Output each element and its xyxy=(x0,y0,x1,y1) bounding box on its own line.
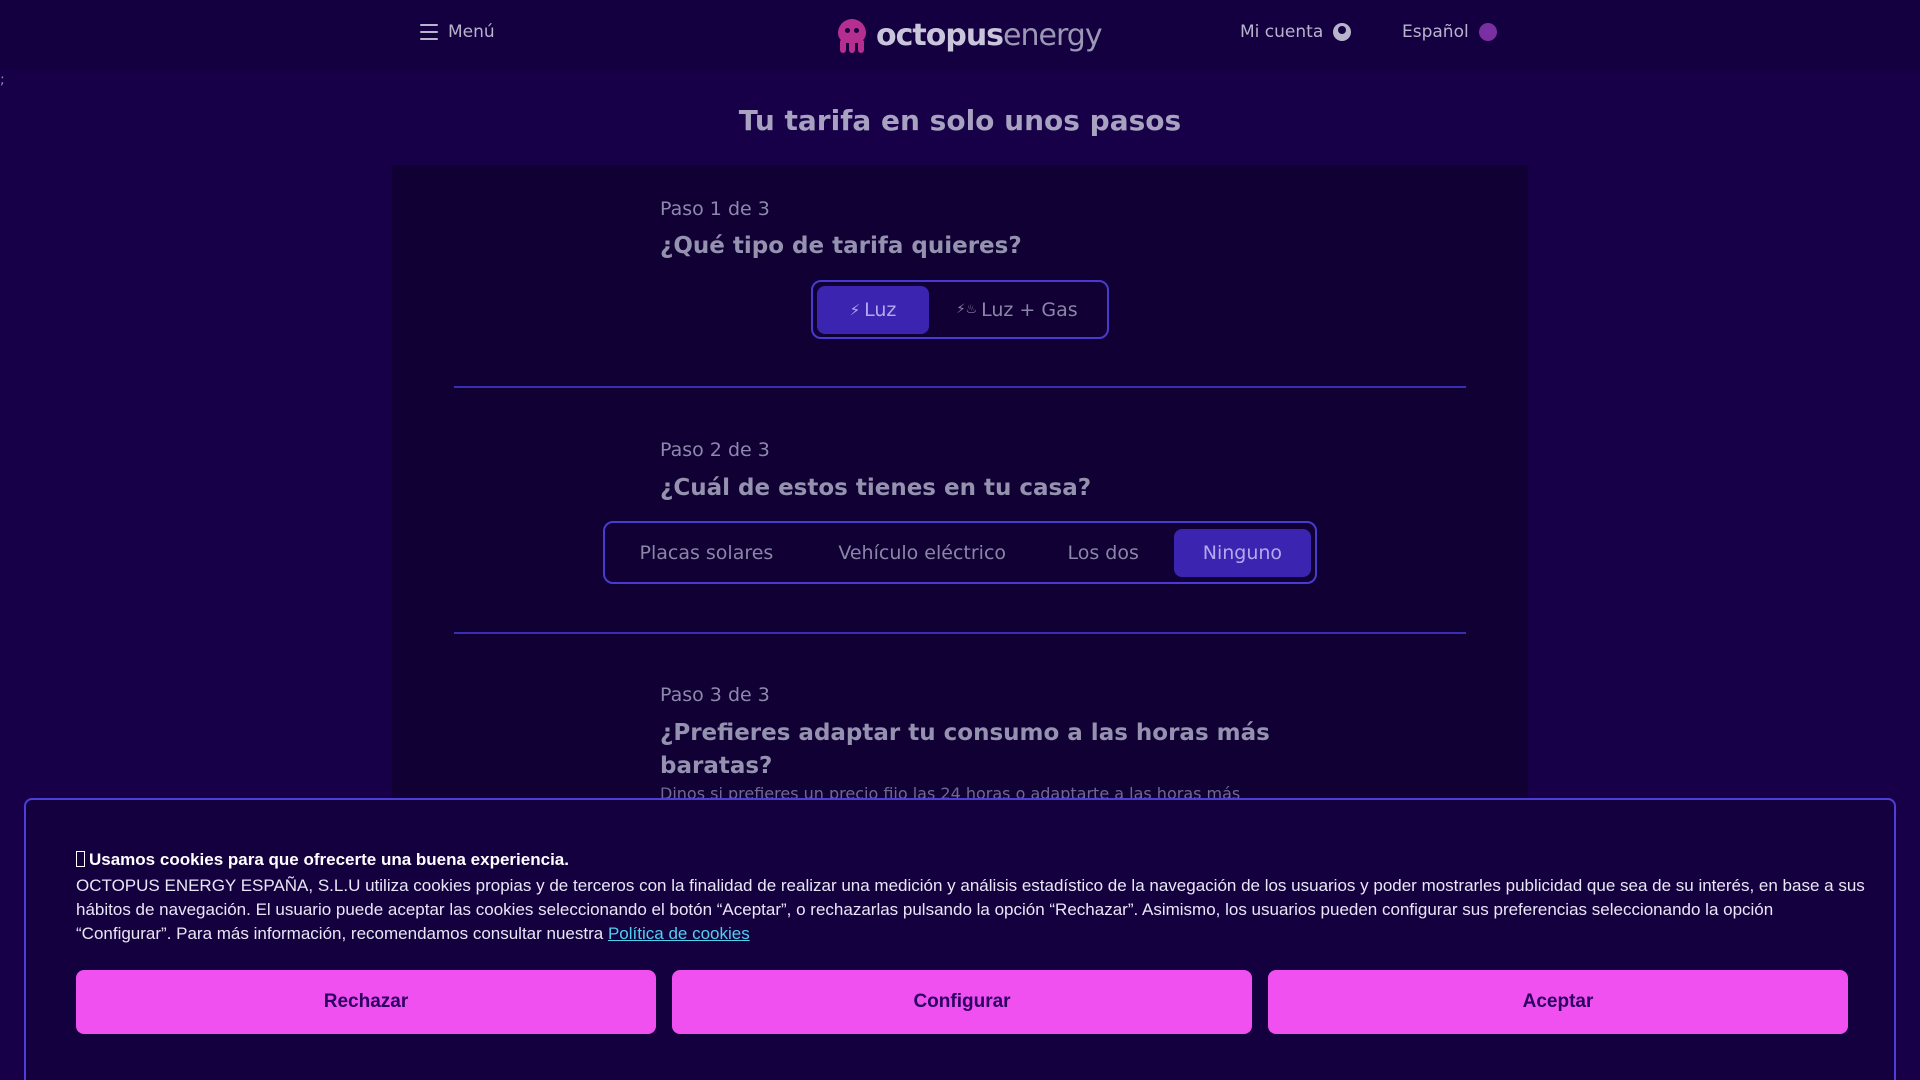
menu-label: Menú xyxy=(448,22,495,42)
cookie-heading: Usamos cookies para que ofrecerte una bu… xyxy=(76,850,569,870)
step-1-label: Paso 1 de 3 xyxy=(660,198,770,220)
bolt-flame-icon: ⚡♨ xyxy=(956,302,978,317)
octopus-energy-logo[interactable]: octopusenergy xyxy=(836,18,1103,53)
account-label: Mi cuenta xyxy=(1240,22,1324,42)
step-1-question: ¿Qué tipo de tarifa quieres? xyxy=(660,233,1022,259)
logo-wordmark: octopusenergy xyxy=(876,18,1103,53)
option-los-dos[interactable]: Los dos xyxy=(1041,529,1166,577)
option-vehiculo-electrico[interactable]: Vehículo eléctrico xyxy=(812,529,1033,577)
step-3-question: ¿Prefieres adaptar tu consumo a las hora… xyxy=(660,720,1270,779)
menu-button[interactable]: Menú xyxy=(420,22,495,42)
stray-text: ; xyxy=(0,72,5,88)
hamburger-icon xyxy=(420,24,438,40)
user-icon xyxy=(1333,23,1352,41)
cookie-banner: Usamos cookies para que ofrecerte una bu… xyxy=(24,798,1896,1080)
option-placas-solares[interactable]: Placas solares xyxy=(609,529,804,577)
cookie-text: OCTOPUS ENERGY ESPAÑA, S.L.U utiliza coo… xyxy=(76,876,1865,943)
step-2-label: Paso 2 de 3 xyxy=(660,439,770,461)
site-header: Menú octopusenergy Mi cuenta Español xyxy=(0,0,1920,70)
octopus-icon xyxy=(836,18,868,53)
divider xyxy=(454,632,1466,634)
accept-button[interactable]: Aceptar xyxy=(1268,970,1848,1034)
bolt-icon: ⚡ xyxy=(849,300,861,319)
globe-icon xyxy=(1478,23,1497,41)
divider xyxy=(454,386,1466,388)
language-label: Español xyxy=(1402,22,1469,42)
cookie-policy-link[interactable]: Política de cookies xyxy=(608,924,750,943)
home-devices-selector: Placas solares Vehículo eléctrico Los do… xyxy=(603,521,1317,584)
step-3-label: Paso 3 de 3 xyxy=(660,684,770,706)
account-link[interactable]: Mi cuenta xyxy=(1240,22,1352,42)
configure-button[interactable]: Configurar xyxy=(672,970,1252,1034)
tariff-type-selector: ⚡ Luz ⚡♨ Luz + Gas xyxy=(811,280,1109,339)
option-ninguno[interactable]: Ninguno xyxy=(1173,528,1311,577)
cookie-icon xyxy=(76,851,85,867)
option-luz[interactable]: ⚡ Luz xyxy=(817,285,929,334)
option-luz-gas[interactable]: ⚡♨ Luz + Gas xyxy=(937,286,1097,334)
reject-button[interactable]: Rechazar xyxy=(76,970,656,1034)
step-2-question: ¿Cuál de estos tienes en tu casa? xyxy=(660,475,1092,501)
language-selector[interactable]: Español xyxy=(1402,22,1497,42)
page-title: Tu tarifa en solo unos pasos xyxy=(738,104,1182,137)
